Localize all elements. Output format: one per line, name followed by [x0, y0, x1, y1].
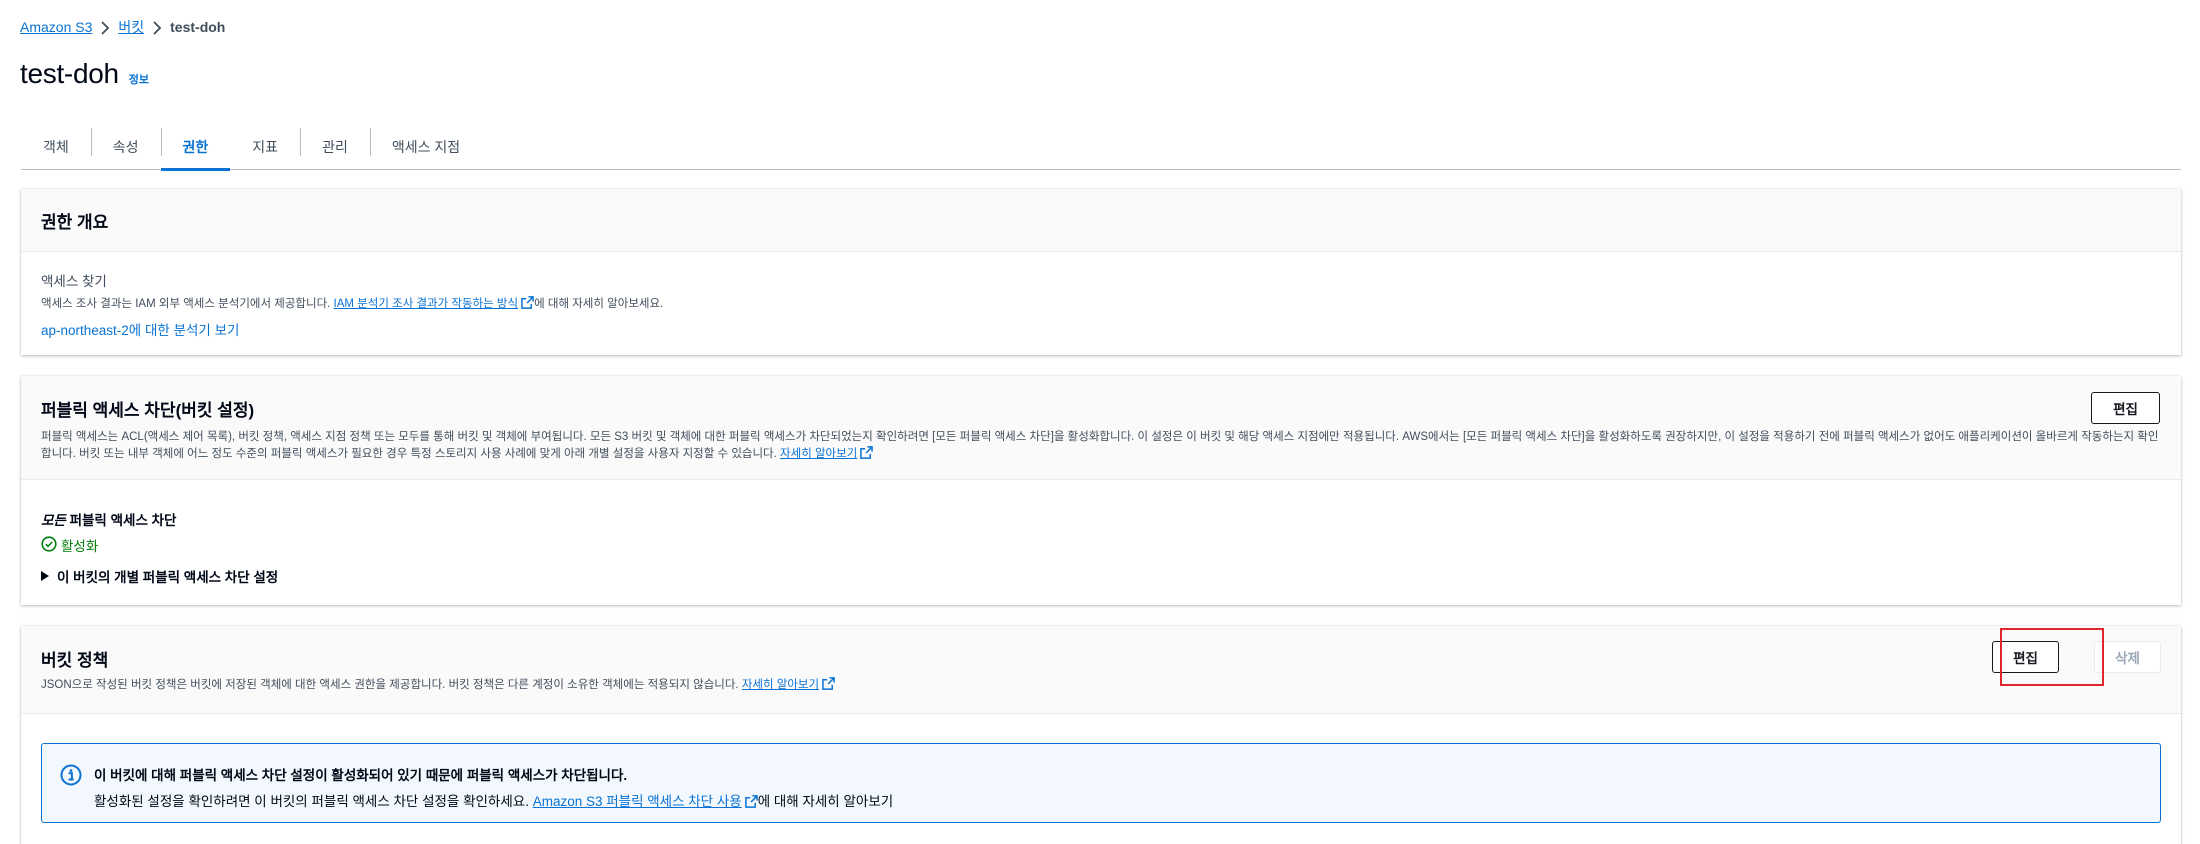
permissions-overview-panel: 권한 개요 액세스 찾기 액세스 조사 결과는 IAM 외부 액세스 분석기에서… — [21, 189, 2181, 355]
block-public-access-doc-link[interactable]: Amazon S3 퍼블릭 액세스 차단 사용 — [533, 794, 758, 809]
tab-objects[interactable]: 객체 — [21, 124, 91, 170]
bucket-policy-description: JSON으로 작성된 버킷 정책은 버킷에 저장된 객체에 대한 액세스 권한을… — [41, 677, 2161, 696]
chevron-right-icon — [144, 19, 170, 35]
block-all-public-access-label: 모든 퍼블릭 액세스 차단 — [41, 509, 2161, 529]
external-link-icon — [822, 677, 835, 696]
alert-title: 이 버킷에 대해 퍼블릭 액세스 차단 설정이 활성화되어 있기 때문에 퍼블릭… — [94, 768, 628, 783]
panel-header: 버킷 정책 JSON으로 작성된 버킷 정책은 버킷에 저장된 객체에 대한 액… — [21, 626, 2181, 714]
label-emphasis: 모든 — [41, 513, 66, 528]
description-text: JSON으로 작성된 버킷 정책은 버킷에 저장된 객체에 대한 액세스 권한을… — [41, 679, 742, 691]
delete-bucket-policy-button[interactable]: 삭제 — [2094, 641, 2161, 673]
external-link-icon — [744, 795, 758, 811]
block-public-access-description: 퍼블릭 액세스는 ACL(액세스 제어 목록), 버킷 정책, 액세스 지점 정… — [41, 429, 2161, 465]
edit-bucket-policy-button[interactable]: 편집 — [1992, 641, 2059, 673]
view-analyzer-link[interactable]: ap-northeast-2에 대한 분석기 보기 — [41, 319, 2161, 339]
panel-title: 권한 개요 — [41, 212, 109, 232]
link-text: IAM 분석기 조사 결과가 작동하는 방식 — [333, 298, 519, 310]
info-alert: 이 버킷에 대해 퍼블릭 액세스 차단 설정이 활성화되어 있기 때문에 퍼블릭… — [41, 743, 2161, 823]
edit-block-public-access-button[interactable]: 편집 — [2091, 392, 2160, 424]
page-header: test-doh 정보 — [20, 58, 149, 90]
breadcrumb-amazon-s3[interactable]: Amazon S3 — [20, 19, 92, 35]
tab-properties[interactable]: 속성 — [90, 124, 161, 170]
individual-settings-expander[interactable]: 이 버킷의 개별 퍼블릭 액세스 차단 설정 — [41, 566, 2161, 586]
panel-title: 버킷 정책 — [41, 651, 109, 670]
link-text: Amazon S3 퍼블릭 액세스 차단 사용 — [532, 794, 742, 809]
learn-more-link[interactable]: 자세히 알아보기 — [780, 446, 874, 460]
info-link[interactable]: 정보 — [129, 71, 149, 87]
alert-text-prefix: 활성화된 설정을 확인하려면 이 버킷의 퍼블릭 액세스 차단 설정을 확인하세… — [94, 794, 533, 809]
tab-metrics[interactable]: 지표 — [230, 124, 300, 170]
external-link-icon — [860, 446, 874, 465]
panel-title: 퍼블릭 액세스 차단(버킷 설정) — [41, 401, 255, 420]
description-text: 액세스 조사 결과는 IAM 외부 액세스 분석기에서 제공합니다. — [41, 298, 334, 310]
tab-access-points[interactable]: 액세스 지점 — [369, 124, 482, 170]
access-findings-description: 액세스 조사 결과는 IAM 외부 액세스 분석기에서 제공합니다. IAM 분… — [41, 296, 2161, 315]
tab-bar: 객체 속성 권한 지표 관리 액세스 지점 — [21, 124, 2181, 171]
status-badge: 활성화 — [41, 535, 2161, 555]
check-circle-icon — [41, 535, 57, 555]
iam-analyzer-link[interactable]: IAM 분석기 조사 결과가 작동하는 방식 — [333, 296, 535, 310]
external-link-icon — [521, 296, 534, 315]
link-text: 자세히 알아보기 — [780, 448, 858, 460]
expander-label: 이 버킷의 개별 퍼블릭 액세스 차단 설정 — [57, 570, 279, 585]
description-suffix: 에 대해 자세히 알아보세요. — [534, 298, 664, 310]
access-findings-label: 액세스 찾기 — [41, 274, 107, 289]
label-text: 퍼블릭 액세스 차단 — [65, 513, 177, 528]
bucket-policy-panel: 버킷 정책 JSON으로 작성된 버킷 정책은 버킷에 저장된 객체에 대한 액… — [21, 626, 2181, 844]
breadcrumb-current: test-doh — [170, 19, 226, 35]
tab-management[interactable]: 관리 — [300, 124, 370, 170]
page-title: test-doh — [20, 58, 119, 89]
info-icon — [60, 764, 82, 802]
alert-text: 활성화된 설정을 확인하려면 이 버킷의 퍼블릭 액세스 차단 설정을 확인하세… — [94, 790, 893, 811]
tab-permissions[interactable]: 권한 — [160, 124, 231, 171]
status-text: 활성화 — [61, 539, 99, 554]
learn-more-link[interactable]: 자세히 알아보기 — [741, 677, 835, 691]
description-text: 퍼블릭 액세스는 ACL(액세스 제어 목록), 버킷 정책, 액세스 지점 정… — [41, 431, 2159, 460]
breadcrumb: Amazon S3 버킷 test-doh — [20, 17, 225, 37]
block-public-access-panel: 퍼블릭 액세스 차단(버킷 설정) 퍼블릭 액세스는 ACL(액세스 제어 목록… — [21, 376, 2181, 605]
breadcrumb-buckets[interactable]: 버킷 — [118, 17, 144, 37]
panel-header: 권한 개요 — [21, 189, 2181, 252]
alert-text-suffix: 에 대해 자세히 알아보기 — [757, 794, 894, 809]
link-text: 자세히 알아보기 — [741, 679, 820, 691]
caret-right-icon — [41, 569, 49, 584]
panel-header: 퍼블릭 액세스 차단(버킷 설정) 퍼블릭 액세스는 ACL(액세스 제어 목록… — [21, 376, 2181, 480]
chevron-right-icon — [92, 19, 118, 35]
